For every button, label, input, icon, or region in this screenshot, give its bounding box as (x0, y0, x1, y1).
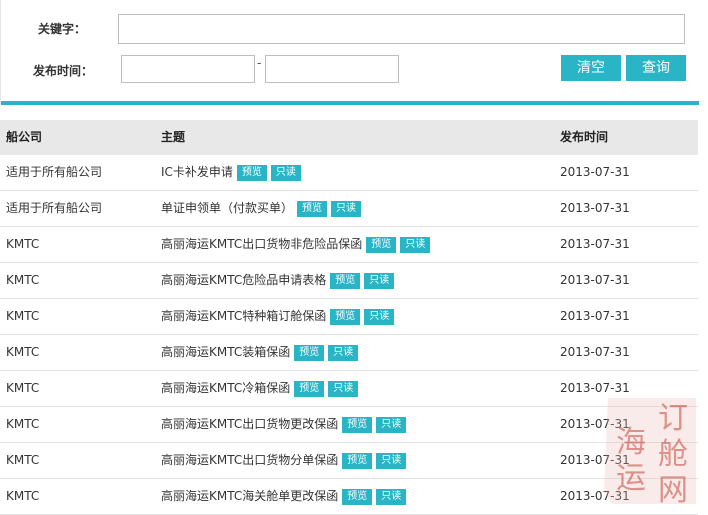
row-subject-cell: 高丽海运KMTC装箱保函 预览 只读 (161, 335, 359, 370)
row-date: 2013-07-31 (560, 201, 630, 215)
row-subject[interactable]: 高丽海运KMTC海关舱单更改保函 (161, 479, 338, 514)
row-company: KMTC (6, 417, 40, 431)
row-subject[interactable]: IC卡补发申请 (161, 155, 233, 190)
keyword-label: 关键字： (38, 22, 87, 36)
row-subject[interactable]: 高丽海运KMTC特种箱订舱保函 (161, 299, 326, 334)
table-row: KMTC 高丽海运KMTC出口货物更改保函 预览 只读 2013-07-31 (0, 407, 698, 443)
row-company: KMTC (6, 309, 40, 323)
table-body: 适用于所有船公司 IC卡补发申请 预览 只读 2013-07-31 适用于所有船公司 单证申… (0, 155, 698, 515)
table-header: 船公司 主题 发布时间 (0, 120, 698, 155)
row-subject-cell: IC卡补发申请 预览 只读 (161, 155, 301, 190)
table-row: KMTC 高丽海运KMTC装箱保函 预览 只读 2013-07-31 (0, 335, 698, 371)
row-subject[interactable]: 高丽海运KMTC出口货物分单保函 (161, 443, 338, 478)
row-subject-cell: 高丽海运KMTC危险品申请表格 预览 只读 (161, 263, 395, 298)
header-company: 船公司 (6, 130, 43, 144)
preview-button[interactable]: 预览 (330, 308, 361, 325)
row-date: 2013-07-31 (560, 381, 630, 395)
preview-button[interactable]: 预览 (342, 416, 373, 433)
row-subject-cell: 高丽海运KMTC冷箱保函 预览 只读 (161, 371, 359, 406)
panel-divider (1, 101, 699, 105)
row-company: KMTC (6, 237, 40, 251)
row-date: 2013-07-31 (560, 345, 630, 359)
readonly-button[interactable]: 只读 (400, 236, 431, 253)
row-company: KMTC (6, 273, 40, 287)
row-subject-cell: 高丽海运KMTC出口货物分单保函 预览 只读 (161, 443, 407, 478)
row-subject[interactable]: 单证申领单（付款买单） (161, 191, 293, 226)
preview-button[interactable]: 预览 (342, 488, 373, 505)
row-date: 2013-07-31 (560, 417, 630, 431)
preview-button[interactable]: 预览 (330, 272, 361, 289)
table-row: KMTC 高丽海运KMTC海关舱单更改保函 预览 只读 2013-07-31 (0, 479, 698, 515)
row-subject-cell: 高丽海运KMTC特种箱订舱保函 预览 只读 (161, 299, 395, 334)
row-date: 2013-07-31 (560, 309, 630, 323)
row-subject[interactable]: 高丽海运KMTC冷箱保函 (161, 371, 290, 406)
preview-button[interactable]: 预览 (236, 164, 267, 181)
row-date: 2013-07-31 (560, 273, 630, 287)
row-date: 2013-07-31 (560, 489, 630, 503)
row-subject[interactable]: 高丽海运KMTC装箱保函 (161, 335, 290, 370)
readonly-button[interactable]: 只读 (328, 344, 359, 361)
clear-button[interactable]: 清空 (561, 55, 621, 81)
row-subject[interactable]: 高丽海运KMTC出口货物更改保函 (161, 407, 338, 442)
table-row: KMTC 高丽海运KMTC冷箱保函 预览 只读 2013-07-31 (0, 371, 698, 407)
preview-button[interactable]: 预览 (342, 452, 373, 469)
query-button[interactable]: 查询 (626, 55, 686, 81)
row-subject[interactable]: 高丽海运KMTC危险品申请表格 (161, 263, 326, 298)
readonly-button[interactable]: 只读 (328, 380, 359, 397)
row-company: KMTC (6, 345, 40, 359)
preview-button[interactable]: 预览 (297, 200, 328, 217)
row-company: 适用于所有船公司 (6, 165, 103, 179)
date-label: 发布时间： (33, 64, 94, 78)
table-row: 适用于所有船公司 IC卡补发申请 预览 只读 2013-07-31 (0, 155, 698, 191)
row-company: KMTC (6, 489, 40, 503)
table-row: KMTC 高丽海运KMTC特种箱订舱保函 预览 只读 2013-07-31 (0, 299, 698, 335)
readonly-button[interactable]: 只读 (376, 452, 407, 469)
readonly-button[interactable]: 只读 (364, 272, 395, 289)
row-date: 2013-07-31 (560, 453, 630, 467)
keyword-input[interactable] (118, 14, 685, 44)
readonly-button[interactable]: 只读 (364, 308, 395, 325)
row-company: KMTC (6, 453, 40, 467)
row-subject-cell: 高丽海运KMTC海关舱单更改保函 预览 只读 (161, 479, 407, 514)
row-date: 2013-07-31 (560, 165, 630, 179)
preview-button[interactable]: 预览 (294, 380, 325, 397)
readonly-button[interactable]: 只读 (331, 200, 362, 217)
table-row: 适用于所有船公司 单证申领单（付款买单） 预览 只读 2013-07-31 (0, 191, 698, 227)
row-subject-cell: 高丽海运KMTC出口货物更改保函 预览 只读 (161, 407, 407, 442)
preview-button[interactable]: 预览 (366, 236, 397, 253)
row-date: 2013-07-31 (560, 237, 630, 251)
readonly-button[interactable]: 只读 (376, 416, 407, 433)
readonly-button[interactable]: 只读 (270, 164, 301, 181)
search-panel: 关键字： 发布时间： - 清空 查询 (0, 0, 699, 105)
date-separator: - (257, 56, 262, 70)
date-to-input[interactable] (265, 55, 399, 83)
header-date: 发布时间 (560, 130, 609, 144)
header-subject: 主题 (161, 130, 186, 144)
row-subject-cell: 高丽海运KMTC出口货物非危险品保函 预览 只读 (161, 227, 431, 262)
document-table: 船公司 主题 发布时间 适用于所有船公司 IC卡补发申请 预览 只读 2013-07-3… (0, 120, 698, 515)
row-subject[interactable]: 高丽海运KMTC出口货物非危险品保函 (161, 227, 362, 262)
date-from-input[interactable] (121, 55, 255, 83)
row-company: KMTC (6, 381, 40, 395)
table-row: KMTC 高丽海运KMTC出口货物非危险品保函 预览 只读 2013-07-31 (0, 227, 698, 263)
readonly-button[interactable]: 只读 (376, 488, 407, 505)
preview-button[interactable]: 预览 (294, 344, 325, 361)
row-company: 适用于所有船公司 (6, 201, 103, 215)
table-row: KMTC 高丽海运KMTC出口货物分单保函 预览 只读 2013-07-31 (0, 443, 698, 479)
row-subject-cell: 单证申领单（付款买单） 预览 只读 (161, 191, 362, 226)
table-row: KMTC 高丽海运KMTC危险品申请表格 预览 只读 2013-07-31 (0, 263, 698, 299)
